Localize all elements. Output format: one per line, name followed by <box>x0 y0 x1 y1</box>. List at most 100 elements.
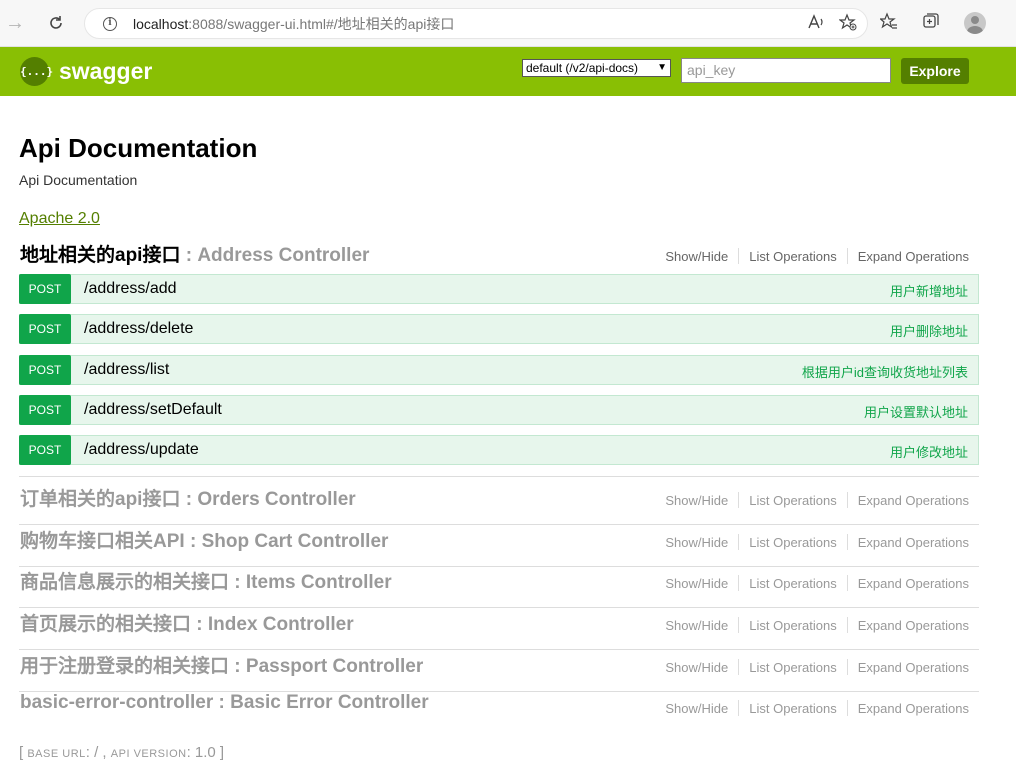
url-host: localhost <box>133 15 189 32</box>
divider <box>846 248 848 264</box>
operation-summary[interactable]: 用户删除地址 <box>890 321 968 340</box>
resource-shop-cart-controller: 购物车接口相关API : Shop Cart Controller Show/H… <box>19 526 979 567</box>
operation-row[interactable]: POST /address/setDefault 用户设置默认地址 <box>19 395 979 425</box>
expand-operations-link[interactable]: Expand Operations <box>858 701 969 716</box>
address-bar[interactable]: i localhost:8088/swagger-ui.html#/地址相关的a… <box>84 8 868 39</box>
expand-operations-link[interactable]: Expand Operations <box>858 576 969 591</box>
resource-title-zh: 用于注册登录的相关接口 <box>20 656 230 677</box>
operation-summary[interactable]: 根据用户id查询收货地址列表 <box>802 362 968 381</box>
operation-row[interactable]: POST /address/add 用户新增地址 <box>19 274 979 304</box>
divider <box>738 248 740 264</box>
list-operations-link[interactable]: List Operations <box>749 660 836 675</box>
chevron-down-icon: ▼ <box>657 62 667 73</box>
resource-title[interactable]: 订单相关的api接口 : Orders Controller <box>20 484 356 511</box>
operation-row[interactable]: POST /address/delete 用户删除地址 <box>19 314 979 344</box>
api-version-label: api version <box>110 748 187 760</box>
resource-title[interactable]: 地址相关的api接口 : Address Controller <box>20 240 369 267</box>
api-info-footer: [ base url: / , api version: 1.0 ] <box>19 744 224 761</box>
divider <box>846 534 848 550</box>
expand-operations-link[interactable]: Expand Operations <box>858 249 969 264</box>
resource-title-name: : Shop Cart Controller <box>184 531 389 552</box>
resource-title[interactable]: 首页展示的相关接口 : Index Controller <box>20 609 354 636</box>
spec-select[interactable]: default (/v2/api-docs) ▼ <box>522 59 671 77</box>
collections-icon[interactable] <box>922 12 940 35</box>
show-hide-link[interactable]: Show/Hide <box>665 701 728 716</box>
api-key-input[interactable]: api_key <box>681 58 891 83</box>
divider <box>738 534 740 550</box>
operation-path[interactable]: /address/list <box>84 361 169 379</box>
back-arrow-icon[interactable]: → <box>2 10 28 36</box>
resource-title[interactable]: basic-error-controller : Basic Error Con… <box>20 692 429 714</box>
divider <box>738 492 740 508</box>
browser-toolbar: → i localhost:8088/swagger-ui.html#/地址相关… <box>0 0 1016 47</box>
divider <box>846 492 848 508</box>
page-description: Api Documentation <box>19 172 138 188</box>
operation-summary[interactable]: 用户新增地址 <box>890 281 968 300</box>
list-operations-link[interactable]: List Operations <box>749 618 836 633</box>
operation-row[interactable]: POST /address/list 根据用户id查询收货地址列表 <box>19 355 979 385</box>
expand-operations-link[interactable]: Expand Operations <box>858 660 969 675</box>
operation-path[interactable]: /address/setDefault <box>84 401 222 419</box>
profile-avatar[interactable] <box>964 12 986 34</box>
read-aloud-icon[interactable] <box>807 13 825 36</box>
method-badge[interactable]: POST <box>19 314 71 344</box>
divider <box>738 575 740 591</box>
divider <box>738 700 740 716</box>
resource-title[interactable]: 购物车接口相关API : Shop Cart Controller <box>20 526 388 553</box>
method-badge[interactable]: POST <box>19 274 71 304</box>
show-hide-link[interactable]: Show/Hide <box>665 493 728 508</box>
expand-operations-link[interactable]: Expand Operations <box>858 535 969 550</box>
info-icon[interactable]: i <box>103 16 117 31</box>
resource-basic-error-controller: basic-error-controller : Basic Error Con… <box>19 692 979 733</box>
show-hide-link[interactable]: Show/Hide <box>665 660 728 675</box>
resource-items-controller: 商品信息展示的相关接口 : Items Controller Show/Hide… <box>19 567 979 608</box>
resource-title[interactable]: 用于注册登录的相关接口 : Passport Controller <box>20 651 423 678</box>
resource-passport-controller: 用于注册登录的相关接口 : Passport Controller Show/H… <box>19 651 979 692</box>
reload-icon[interactable] <box>43 10 69 36</box>
operation-path[interactable]: /address/update <box>84 441 199 459</box>
show-hide-link[interactable]: Show/Hide <box>665 618 728 633</box>
show-hide-link[interactable]: Show/Hide <box>665 535 728 550</box>
expand-operations-link[interactable]: Expand Operations <box>858 493 969 508</box>
operation-path[interactable]: /address/add <box>84 280 177 298</box>
list-operations-link[interactable]: List Operations <box>749 249 836 264</box>
resource-title-zh: 首页展示的相关接口 <box>20 614 192 635</box>
method-badge[interactable]: POST <box>19 435 71 465</box>
operation-summary[interactable]: 用户设置默认地址 <box>864 402 968 421</box>
resource-title-zh: basic-error-controller <box>20 692 214 713</box>
expand-operations-link[interactable]: Expand Operations <box>858 618 969 633</box>
operation-path[interactable]: /address/delete <box>84 320 193 338</box>
resource-title-name: : Basic Error Controller <box>213 692 429 713</box>
list-operations-link[interactable]: List Operations <box>749 701 836 716</box>
resource-orders-controller: 订单相关的api接口 : Orders Controller Show/Hide… <box>19 484 979 525</box>
method-badge[interactable]: POST <box>19 395 71 425</box>
license-link[interactable]: Apache 2.0 <box>19 210 100 228</box>
resource-title[interactable]: 商品信息展示的相关接口 : Items Controller <box>20 567 392 594</box>
explore-button[interactable]: Explore <box>901 58 969 84</box>
add-favorite-icon[interactable] <box>838 13 857 36</box>
swagger-logo-icon[interactable]: {...} <box>20 57 53 86</box>
divider <box>846 617 848 633</box>
spec-select-value: default (/v2/api-docs) <box>526 61 639 75</box>
resource-title-name: : Address Controller <box>180 245 370 266</box>
base-url-label: base url <box>27 748 86 760</box>
favorites-icon[interactable] <box>878 12 898 35</box>
list-operations-link[interactable]: List Operations <box>749 493 836 508</box>
base-url-value: : / , <box>85 744 111 761</box>
list-operations-link[interactable]: List Operations <box>749 535 836 550</box>
operation-summary[interactable]: 用户修改地址 <box>890 442 968 461</box>
list-operations-link[interactable]: List Operations <box>749 576 836 591</box>
resource-title-name: : Orders Controller <box>180 489 356 510</box>
show-hide-link[interactable]: Show/Hide <box>665 249 728 264</box>
swagger-logo-text[interactable]: swagger <box>59 58 152 85</box>
url-text[interactable]: localhost:8088/swagger-ui.html#/地址相关的api… <box>133 14 454 34</box>
resource-title-name: : Passport Controller <box>229 656 424 677</box>
method-badge[interactable]: POST <box>19 355 71 385</box>
divider <box>846 700 848 716</box>
divider <box>846 659 848 675</box>
operation-row[interactable]: POST /address/update 用户修改地址 <box>19 435 979 465</box>
divider <box>738 659 740 675</box>
resource-title-zh: 订单相关的api接口 <box>20 489 181 510</box>
show-hide-link[interactable]: Show/Hide <box>665 576 728 591</box>
resource-index-controller: 首页展示的相关接口 : Index Controller Show/Hide L… <box>19 609 979 650</box>
